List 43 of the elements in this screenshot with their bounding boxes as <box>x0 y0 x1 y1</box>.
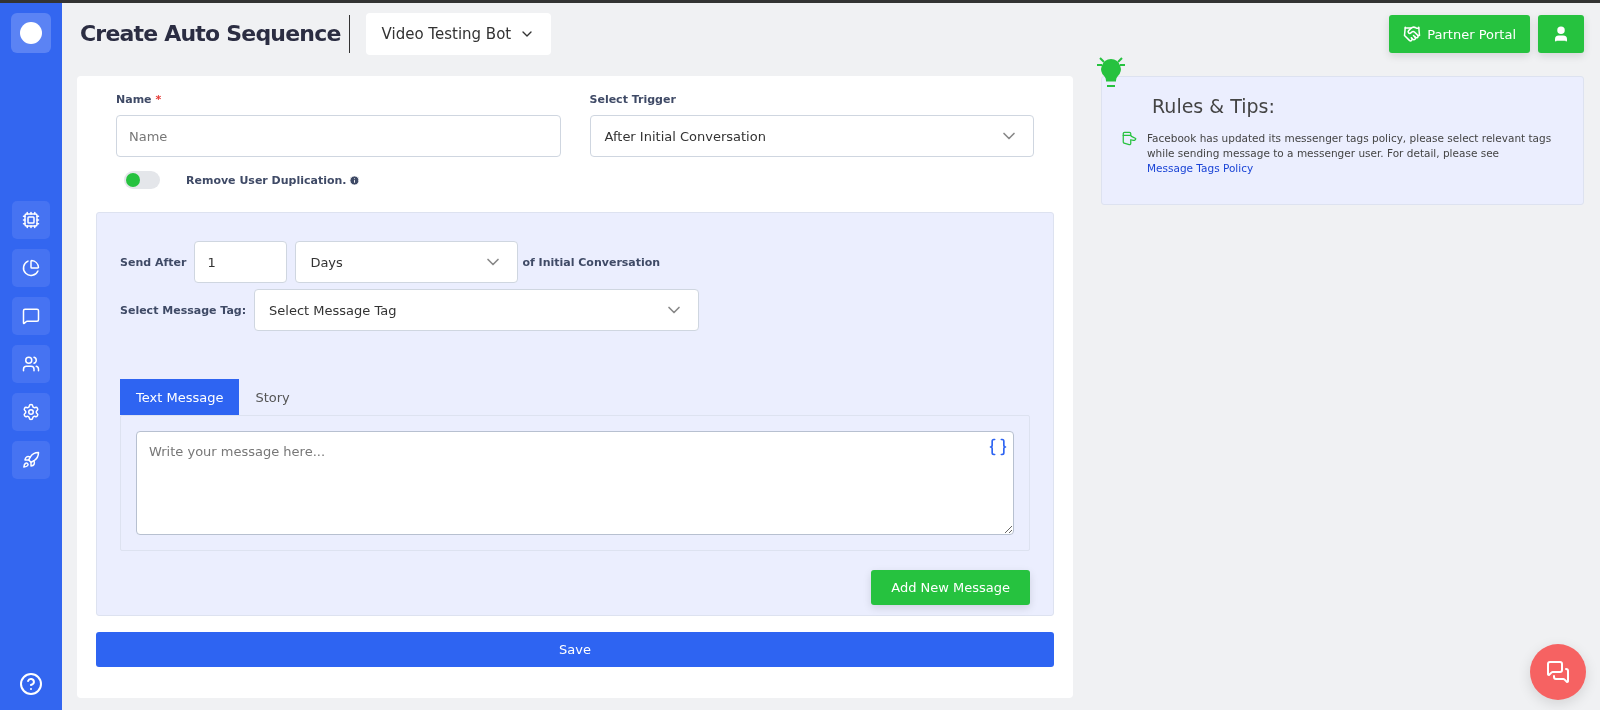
suffix-label: of Initial Conversation <box>522 255 661 269</box>
page-title: Create Auto Sequence <box>80 15 350 53</box>
name-field[interactable]: Name <box>116 115 561 157</box>
rocket-icon <box>22 451 40 469</box>
field-label: Name * <box>116 93 163 106</box>
field-label: Select Trigger <box>589 93 677 106</box>
sidebar-button[interactable] <box>12 201 50 239</box>
sidebar-button[interactable] <box>12 345 50 383</box>
help-icon[interactable] <box>19 672 43 696</box>
tab[interactable]: Text Message <box>120 379 240 415</box>
tips-title: Rules & Tips: <box>1152 95 1276 117</box>
chat-button[interactable] <box>1530 644 1586 700</box>
user-icon <box>1552 25 1570 43</box>
bot-selector[interactable]: Video Testing Bot <box>365 13 552 55</box>
message-field[interactable]: Write your message here... <box>136 431 1014 535</box>
save-button[interactable]: Save <box>96 632 1054 667</box>
send-after-label: Send After <box>120 255 187 269</box>
sidebar-button[interactable] <box>12 393 50 431</box>
sidebar-button[interactable] <box>12 297 50 335</box>
delay-field[interactable]: 1 <box>194 241 288 283</box>
chat-bubbles-icon <box>1546 660 1570 684</box>
pie-chart-icon <box>22 259 40 277</box>
settings-icon <box>22 403 40 421</box>
braces-icon[interactable] <box>988 437 1008 457</box>
chat-icon <box>22 307 40 325</box>
message-tag-label: Select Message Tag: <box>120 303 247 317</box>
thumbs-up-icon <box>1122 131 1137 146</box>
sidebar-button[interactable] <box>12 249 50 287</box>
policy-link[interactable]: Message Tags Policy <box>1147 162 1254 174</box>
tab[interactable]: Story <box>239 379 306 415</box>
unit-select[interactable]: Days <box>295 241 519 283</box>
tip-text: Facebook has updated its messenger tags policy, please select relevant tags while sending message to a messenger user. For detail, please see Message Tags Policy <box>1147 131 1553 176</box>
sidebar-button[interactable] <box>12 441 50 479</box>
chip-icon <box>22 211 40 229</box>
profile-button[interactable] <box>1538 15 1584 53</box>
toggle-label: Remove User Duplication. <box>186 173 360 187</box>
info-icon <box>348 174 360 186</box>
users-icon <box>22 355 40 373</box>
logo-icon[interactable] <box>11 13 51 53</box>
toggle-switch[interactable] <box>124 171 160 189</box>
trigger-select[interactable]: After Initial Conversation <box>589 115 1034 157</box>
handshake-icon <box>1403 25 1422 43</box>
message-tag-select[interactable]: Select Message Tag <box>254 289 700 331</box>
